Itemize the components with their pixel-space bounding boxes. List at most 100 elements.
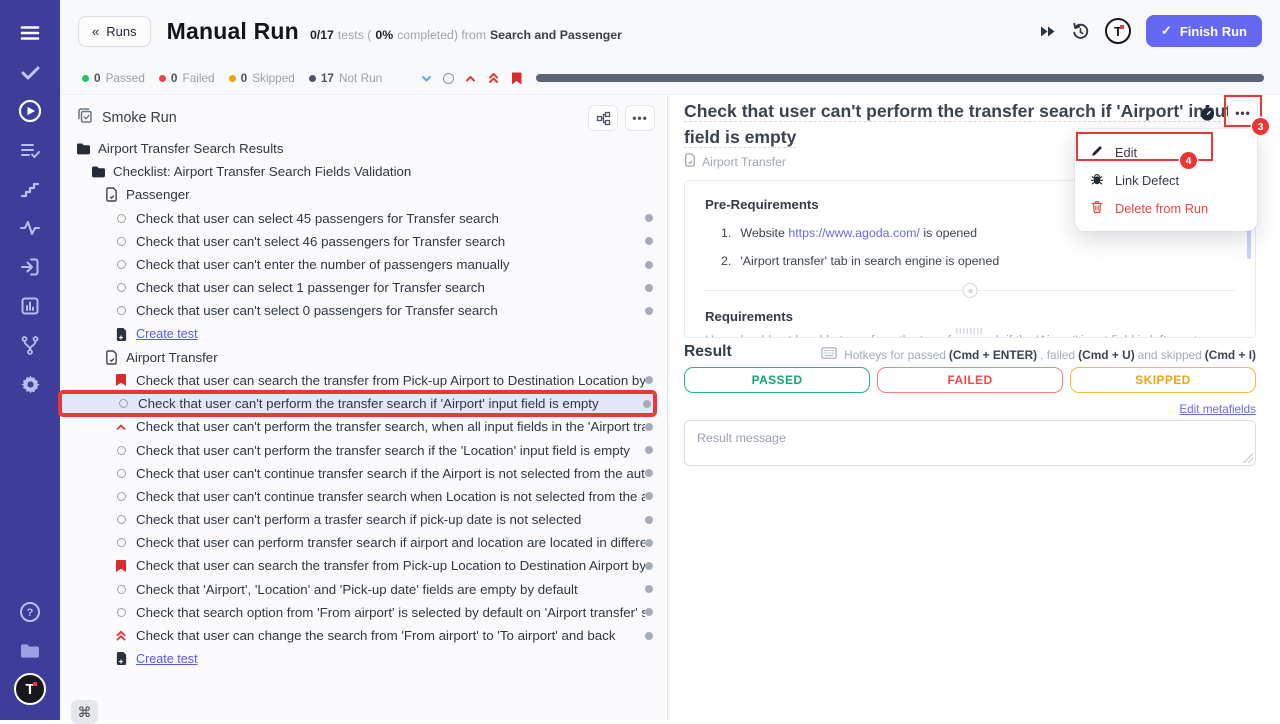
status-dot xyxy=(645,261,653,269)
branch-icon[interactable] xyxy=(13,328,47,362)
circle-marker-icon xyxy=(113,283,129,292)
fast-forward-icon[interactable] xyxy=(1039,24,1056,39)
test-item[interactable]: Check that user can't perform the transf… xyxy=(60,438,655,461)
test-item[interactable]: Check that user can't continue transfer … xyxy=(60,485,655,508)
plan-name: Search and Passenger xyxy=(490,28,622,42)
tree-file-node[interactable]: Airport Transfer xyxy=(60,346,655,369)
result-heading: Result xyxy=(684,343,732,361)
folder-icon xyxy=(90,165,106,178)
skipped-button[interactable]: SKIPPED xyxy=(1070,367,1256,393)
test-item[interactable]: Check that user can search the transfer … xyxy=(60,369,655,392)
file-icon xyxy=(103,350,119,365)
back-chevrons: « xyxy=(92,24,99,39)
status-dot xyxy=(645,516,653,524)
test-tree-panel: Smoke Run ••• Airport Transfer Search Re… xyxy=(60,95,668,720)
tree-folder-node[interactable]: Checklist: Airport Transfer Search Field… xyxy=(60,160,655,183)
check-icon[interactable] xyxy=(13,55,47,89)
timer-button[interactable] xyxy=(1194,100,1220,126)
test-more-button[interactable]: ••• xyxy=(1228,100,1258,126)
status-dot xyxy=(645,585,653,593)
failed-button[interactable]: FAILED xyxy=(877,367,1063,393)
command-key-badge[interactable]: ⌘ xyxy=(71,700,98,724)
edit-metafields-link[interactable]: Edit metafields xyxy=(1179,403,1256,416)
double-chevron-up-icon[interactable] xyxy=(487,71,500,85)
circle-marker-icon xyxy=(115,399,131,408)
test-item[interactable]: Check that user can change the search fr… xyxy=(60,624,655,647)
status-dot xyxy=(645,469,653,477)
menu-item-delete-from-run[interactable]: Delete from Run xyxy=(1075,194,1257,222)
tests-count: 0/17 xyxy=(310,28,334,42)
steps-icon[interactable] xyxy=(13,172,47,206)
testomat-logo[interactable]: T xyxy=(1105,18,1131,44)
test-item[interactable]: Check that user can't select 0 passenger… xyxy=(60,299,655,322)
status-dot xyxy=(645,423,653,431)
resize-grip-icon[interactable] xyxy=(1243,453,1253,463)
green-dot-icon xyxy=(82,75,89,82)
test-item[interactable]: Check that user can't perform the transf… xyxy=(60,415,655,438)
tree-folder-node[interactable]: Airport Transfer Search Results xyxy=(60,137,655,160)
file-icon xyxy=(103,187,119,202)
test-item[interactable]: Check that user can't continue transfer … xyxy=(60,462,655,485)
section-divider xyxy=(705,283,1235,298)
report-icon[interactable] xyxy=(13,289,47,323)
activity-icon[interactable] xyxy=(13,211,47,245)
chevron-down-icon[interactable] xyxy=(420,72,433,85)
test-item[interactable]: Check that search option from 'From airp… xyxy=(60,601,655,624)
circle-marker-icon xyxy=(113,214,129,223)
menu-item-link-defect[interactable]: Link Defect xyxy=(1075,166,1257,194)
import-icon[interactable] xyxy=(13,250,47,284)
status-dot xyxy=(645,214,653,222)
tree-more-button[interactable]: ••• xyxy=(625,105,655,131)
passed-button[interactable]: PASSED xyxy=(684,367,870,393)
test-item[interactable]: Check that user can't perform a trasfer … xyxy=(60,508,655,531)
keyboard-icon xyxy=(821,347,837,362)
back-label: Runs xyxy=(106,24,136,39)
collapse-knob-icon[interactable] xyxy=(963,283,978,298)
back-to-runs-button[interactable]: « Runs xyxy=(78,16,151,47)
passed-chip: 0Passed xyxy=(82,71,145,85)
test-item[interactable]: Check that user can't enter the number o… xyxy=(60,253,655,276)
tree-view-button[interactable] xyxy=(588,105,618,131)
circle-marker-icon xyxy=(113,260,129,269)
percent-complete: 0% xyxy=(375,28,393,42)
card-resize-handle[interactable] xyxy=(956,328,984,334)
trash-icon xyxy=(1090,200,1104,217)
bookmark-icon xyxy=(113,559,129,573)
suite-tag[interactable]: Airport Transfer xyxy=(684,153,786,170)
test-item[interactable]: Check that user can select 1 passenger f… xyxy=(60,276,655,299)
bookmark-icon[interactable] xyxy=(510,71,523,86)
menu-icon[interactable] xyxy=(13,16,47,50)
settings-gear-icon[interactable] xyxy=(13,367,47,401)
test-tree: Airport Transfer Search ResultsChecklist… xyxy=(60,137,667,670)
retry-timer-icon[interactable] xyxy=(1071,22,1090,41)
test-item[interactable]: Check that user can't select 46 passenge… xyxy=(60,230,655,253)
test-item[interactable]: Check that user can't perform the transf… xyxy=(60,392,655,415)
test-item[interactable]: Check that user can select 45 passengers… xyxy=(60,207,655,230)
test-item[interactable]: Check that 'Airport', 'Location' and 'Pi… xyxy=(60,578,655,601)
svg-text:?: ? xyxy=(27,607,34,619)
circle-marker-icon xyxy=(113,446,129,455)
copy-check-icon xyxy=(76,107,93,129)
pencil-icon xyxy=(1090,144,1104,161)
agoda-link[interactable]: https://www.agoda.com/ xyxy=(788,226,920,240)
menu-item-edit[interactable]: Edit xyxy=(1075,138,1257,166)
circle-icon[interactable] xyxy=(443,73,454,84)
chevron-up-icon[interactable] xyxy=(464,72,477,85)
list-check-icon[interactable] xyxy=(13,133,47,167)
status-dot xyxy=(645,307,653,315)
projects-folder-icon[interactable] xyxy=(13,634,47,668)
testomat-logo[interactable]: T xyxy=(14,673,46,705)
play-circle-icon[interactable] xyxy=(13,94,47,128)
test-item[interactable]: Check that user can perform transfer sea… xyxy=(60,531,655,554)
finish-run-button[interactable]: ✓ Finish Run xyxy=(1146,15,1262,47)
tree-file-node[interactable]: Passenger xyxy=(60,183,655,206)
circle-marker-icon xyxy=(113,469,129,478)
create-test-link[interactable]: Create test xyxy=(60,647,655,670)
create-test-link[interactable]: Create test xyxy=(60,323,655,346)
test-context-menu: Edit Link Defect Delete from Run xyxy=(1075,129,1257,231)
result-message-input[interactable] xyxy=(684,420,1256,466)
dark-dot-icon xyxy=(309,75,316,82)
status-dot xyxy=(645,632,653,640)
help-icon[interactable]: ? xyxy=(13,595,47,629)
test-item[interactable]: Check that user can search the transfer … xyxy=(60,554,655,577)
